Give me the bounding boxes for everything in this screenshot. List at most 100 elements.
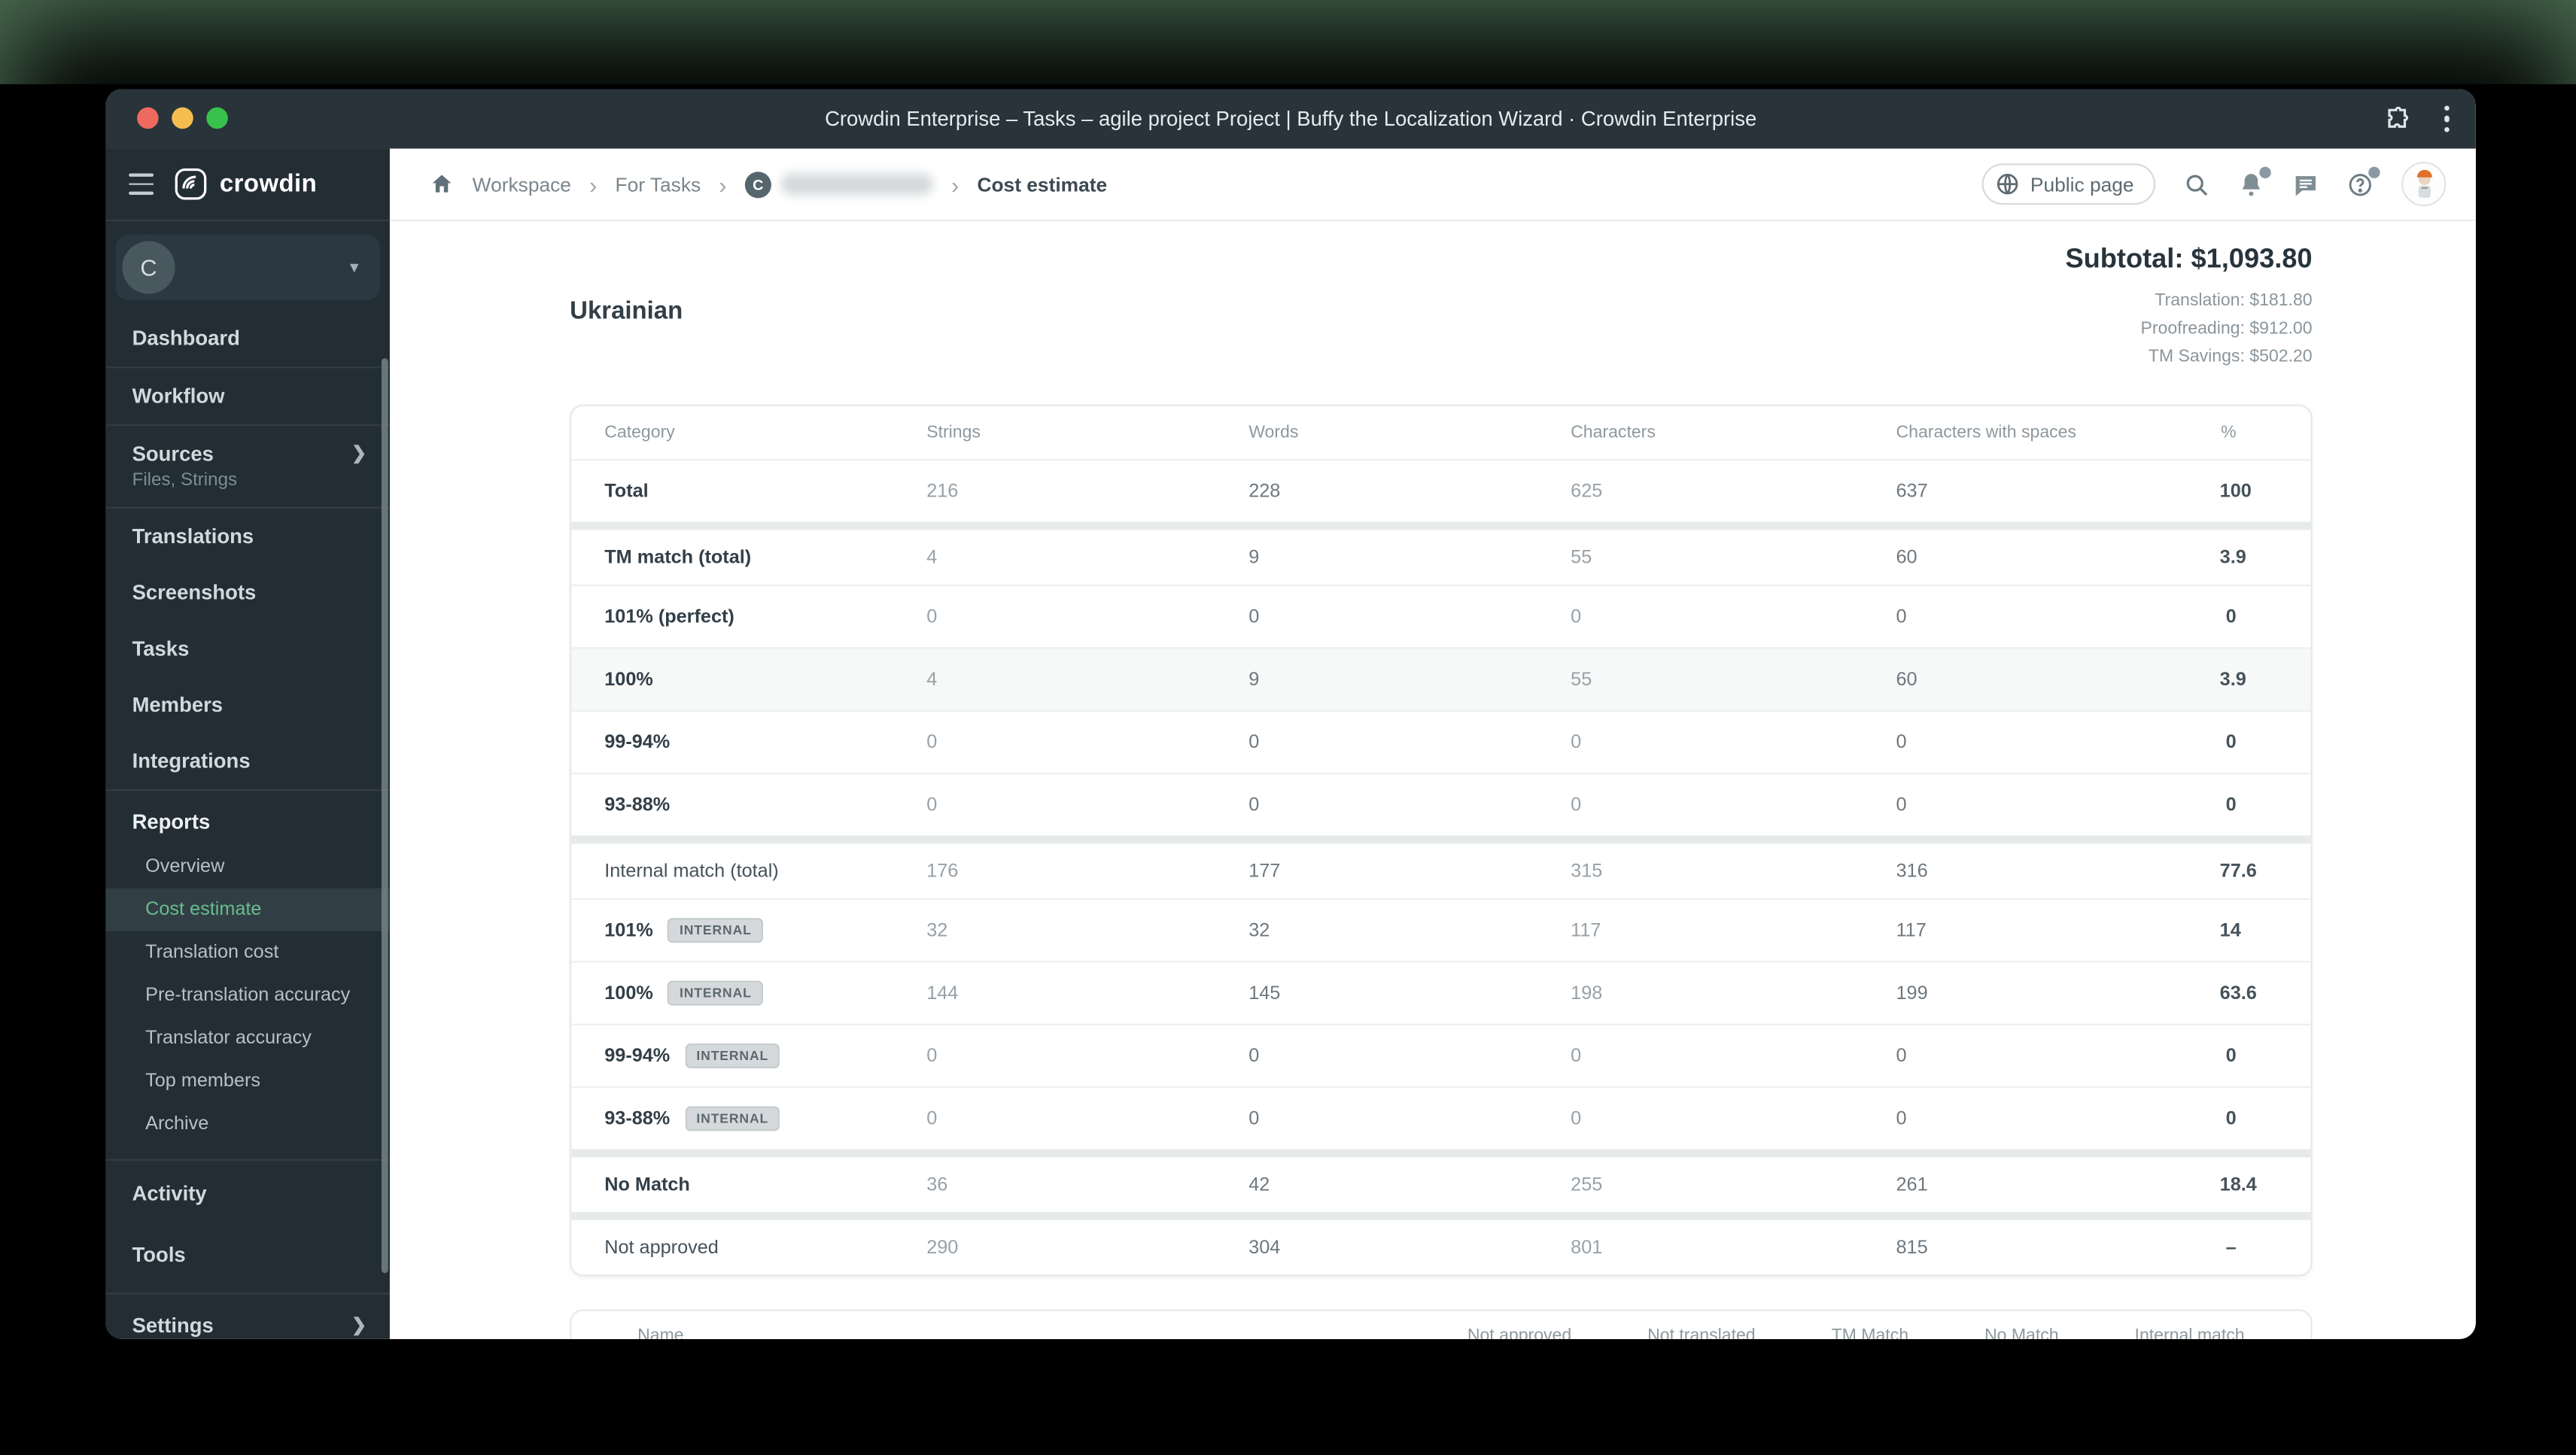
sidebar-item-archive[interactable]: Archive — [105, 1103, 389, 1146]
sidebar-item-tasks[interactable]: Tasks — [105, 621, 389, 677]
rates-col-no-match: No Match — [1984, 1326, 2059, 1339]
main-area: Workspace › For Tasks › C › Cost estimat… — [389, 148, 2476, 1339]
sidebar-item-activity[interactable]: Activity — [105, 1161, 389, 1222]
internal-badge: INTERNAL — [685, 1043, 780, 1068]
sidebar-item-cost-estimate[interactable]: Cost estimate — [105, 888, 390, 931]
table-header: Category Strings Words Characters Charac… — [571, 406, 2310, 459]
table-row: Total 216 228 625 637 100 — [571, 459, 2311, 521]
table-row: 100% 4 9 55 60 3.9 — [571, 647, 2311, 710]
workspace-avatar: C — [122, 241, 175, 294]
chevron-down-icon: ▼ — [347, 259, 362, 276]
notification-dot — [2259, 166, 2271, 178]
public-page-button[interactable]: Public page — [1982, 163, 2156, 205]
notifications-bell-icon[interactable] — [2238, 166, 2271, 197]
notification-dot — [2368, 166, 2380, 178]
app-topbar: Workspace › For Tasks › C › Cost estimat… — [389, 149, 2476, 222]
table-row: 99-94% INTERNAL 0 0 0 0 0 — [571, 1023, 2311, 1086]
content-area: Ukrainian Subtotal: $1,093.80 Translatio… — [390, 221, 2476, 1339]
breadcrumb: Workspace › For Tasks › C › Cost estimat… — [430, 171, 1108, 198]
rates-col-not-translated: Not translated — [1647, 1326, 1756, 1339]
project-name-redacted — [780, 173, 933, 195]
table-row: 101% INTERNAL 32 32 117 117 14 — [571, 898, 2311, 961]
sidebar: crowdin C ▼ Dashboard Workflow Sources ❯… — [105, 148, 390, 1339]
messages-icon[interactable] — [2292, 171, 2319, 197]
browser-titlebar: Crowdin Enterprise – Tasks – agile proje… — [105, 89, 2476, 149]
sidebar-item-integrations[interactable]: Integrations — [105, 733, 389, 789]
sidebar-item-sources[interactable]: Sources ❯ Files, Strings — [105, 426, 389, 507]
table-row: 100% INTERNAL 144 145 198 199 63.6 — [571, 961, 2311, 1023]
subtotal-proofreading: Proofreading: $912.00 — [2140, 318, 2313, 339]
sidebar-item-overview[interactable]: Overview — [105, 846, 389, 888]
brand-name: crowdin — [219, 170, 318, 199]
table-row: Not approved 290 304 801 815 – — [571, 1211, 2311, 1274]
sidebar-item-workflow[interactable]: Workflow — [105, 368, 389, 424]
cost-estimate-table: Category Strings Words Characters Charac… — [570, 404, 2313, 1277]
crowdin-logo-icon — [175, 168, 207, 200]
browser-window: Crowdin Enterprise – Tasks – agile proje… — [105, 89, 2476, 1339]
project-avatar: C — [744, 171, 771, 198]
sidebar-item-settings[interactable]: Settings ❯ — [105, 1295, 389, 1339]
buffy-avatar-icon — [2416, 169, 2432, 197]
rates-table-preview: Name Not approved Not translated TM Matc… — [570, 1309, 2313, 1339]
sidebar-item-dashboard[interactable]: Dashboard — [105, 311, 389, 367]
chevron-separator-icon: › — [589, 171, 598, 198]
browser-menu-icon[interactable] — [2444, 105, 2450, 133]
chevron-right-icon: ❯ — [351, 444, 367, 464]
sidebar-item-top-members[interactable]: Top members — [105, 1060, 389, 1103]
chevron-separator-icon: › — [951, 171, 960, 198]
sidebar-item-pretranslation-accuracy[interactable]: Pre-translation accuracy — [105, 974, 389, 1017]
sidebar-scrollbar[interactable] — [381, 358, 388, 1274]
sidebar-item-translations[interactable]: Translations — [105, 509, 389, 565]
subtotal-amount: Subtotal: $1,093.80 — [2065, 244, 2313, 275]
breadcrumb-workspace[interactable]: Workspace — [473, 172, 571, 196]
sidebar-item-tools[interactable]: Tools — [105, 1222, 389, 1283]
rates-col-tm-match: TM Match — [1831, 1326, 1909, 1339]
col-characters-with-spaces: Characters with spaces — [1896, 422, 2077, 443]
desktop-background — [0, 0, 2576, 84]
rates-col-name: Name — [637, 1326, 684, 1339]
rates-col-not-approved: Not approved — [1467, 1326, 1572, 1339]
hamburger-menu-icon[interactable] — [129, 174, 154, 195]
internal-badge: INTERNAL — [668, 918, 764, 943]
table-row: 93-88% INTERNAL 0 0 0 0 0 — [571, 1086, 2311, 1149]
internal-badge: INTERNAL — [685, 1106, 780, 1131]
table-row: Internal match (total) 176 177 315 316 7… — [571, 835, 2311, 898]
breadcrumb-cost-estimate: Cost estimate — [977, 172, 1108, 196]
sidebar-menu: Dashboard Workflow Sources ❯ Files, Stri… — [105, 311, 390, 1339]
table-row: No Match 36 42 255 261 18.4 — [571, 1149, 2311, 1212]
topbar-actions: Public page — [1982, 162, 2447, 207]
sidebar-item-translation-cost[interactable]: Translation cost — [105, 931, 389, 974]
rates-col-internal-match: Internal match — [2134, 1326, 2245, 1339]
col-strings: Strings — [926, 422, 981, 443]
language-title: Ukrainian — [570, 297, 683, 326]
workspace-selector[interactable]: C ▼ — [115, 234, 380, 301]
col-characters: Characters — [1571, 422, 1656, 443]
table-row: 99-94% 0 0 0 0 0 — [571, 709, 2311, 773]
help-icon[interactable] — [2347, 166, 2380, 197]
table-row: 93-88% 0 0 0 0 0 — [571, 773, 2311, 835]
internal-badge: INTERNAL — [668, 980, 764, 1006]
sidebar-item-members[interactable]: Members — [105, 677, 389, 734]
chevron-separator-icon: › — [719, 171, 727, 198]
user-avatar[interactable] — [2401, 162, 2447, 207]
sidebar-item-screenshots[interactable]: Screenshots — [105, 565, 389, 621]
subtotal-tm-savings: TM Savings: $502.20 — [2148, 346, 2313, 367]
chevron-right-icon: ❯ — [351, 1316, 367, 1336]
subtotal-block: Subtotal: $1,093.80 Translation: $181.80… — [2066, 245, 2313, 372]
crowdin-logo[interactable]: crowdin — [173, 167, 317, 202]
sidebar-item-translator-accuracy[interactable]: Translator accuracy — [105, 1017, 389, 1060]
stage: Crowdin Enterprise – Tasks – agile proje… — [0, 0, 2576, 1455]
extensions-icon[interactable] — [2384, 105, 2410, 132]
home-icon[interactable] — [430, 172, 455, 196]
breadcrumb-for-tasks[interactable]: For Tasks — [615, 172, 701, 196]
sidebar-item-sources-subtitle: Files, Strings — [132, 470, 238, 491]
window-title: Crowdin Enterprise – Tasks – agile proje… — [825, 107, 1757, 131]
col-percent: % — [2221, 422, 2237, 443]
search-icon[interactable] — [2183, 171, 2210, 197]
globe-icon — [1997, 173, 2018, 195]
breadcrumb-project[interactable]: C — [744, 171, 933, 198]
col-words: Words — [1248, 422, 1299, 443]
subtotal-translation: Translation: $181.80 — [2155, 290, 2313, 311]
table-row: 101% (perfect) 0 0 0 0 0 — [571, 584, 2311, 647]
col-category: Category — [604, 422, 675, 443]
